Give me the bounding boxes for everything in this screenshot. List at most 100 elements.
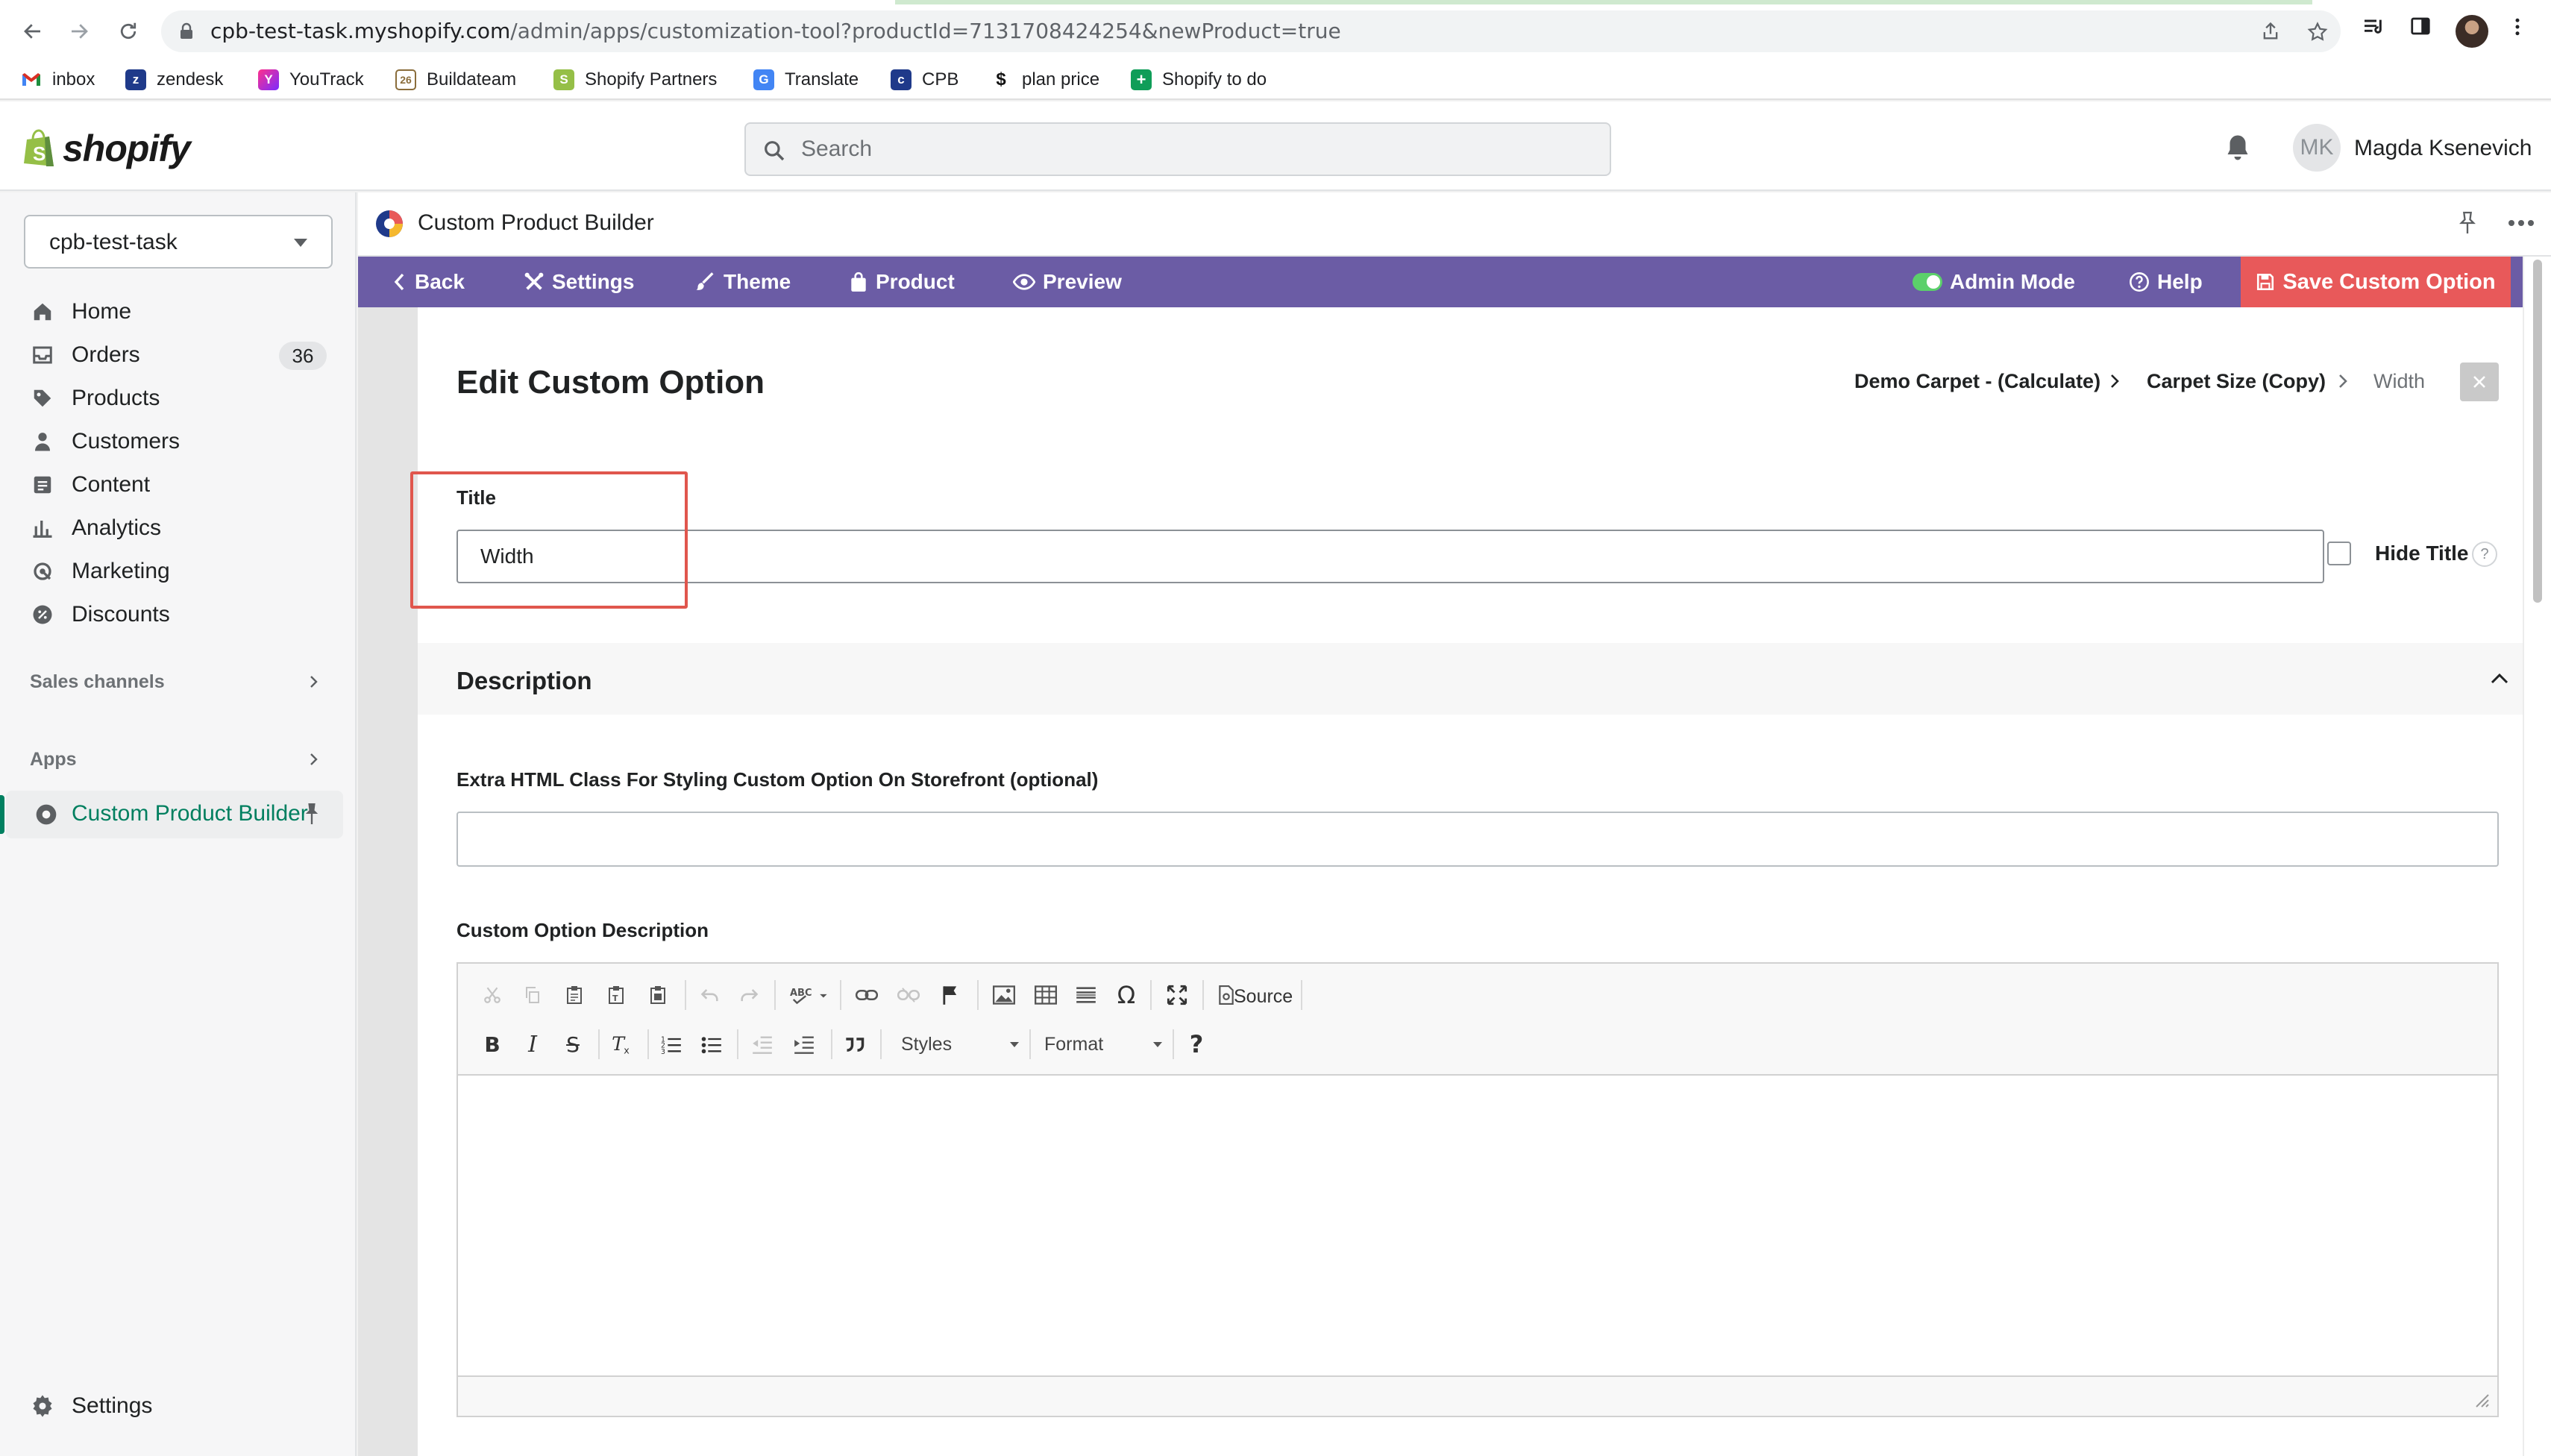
- more-actions-icon[interactable]: [2508, 219, 2535, 227]
- content-icon: [30, 472, 55, 498]
- cut-icon[interactable]: [477, 980, 507, 1010]
- copy-icon[interactable]: [518, 980, 547, 1010]
- bookmark-youtrack[interactable]: Y YouTrack: [258, 69, 364, 91]
- toolbar-separator: [647, 1029, 649, 1059]
- nav-customers[interactable]: Customers: [30, 427, 180, 456]
- save-custom-option-button[interactable]: Save Custom Option: [2241, 257, 2511, 307]
- bulleted-list-icon[interactable]: [697, 1029, 727, 1059]
- bookmark-buildateam[interactable]: 26 Buildateam: [395, 69, 516, 91]
- horizontal-line-icon[interactable]: [1071, 980, 1101, 1010]
- bookmark-shopify-to-do[interactable]: + Shopify to do: [1131, 69, 1267, 91]
- notification-bell-icon[interactable]: [2224, 133, 2251, 163]
- remove-format-icon[interactable]: Tx: [607, 1029, 637, 1059]
- star-icon[interactable]: [2306, 21, 2329, 43]
- bookmark-plan-price[interactable]: $ plan price: [991, 69, 1099, 91]
- title-input[interactable]: [456, 530, 2324, 583]
- bold-icon[interactable]: B: [477, 1029, 507, 1059]
- address-bar[interactable]: cpb-test-task.myshopify.com/admin/apps/c…: [161, 10, 2341, 52]
- user-name[interactable]: Magda Ksenevich: [2354, 136, 2532, 161]
- browser-back-button[interactable]: [15, 13, 51, 49]
- back-button[interactable]: Back: [392, 257, 465, 307]
- nav-discounts[interactable]: Discounts: [30, 600, 170, 630]
- theme-button[interactable]: Theme: [695, 257, 791, 307]
- browser-reload-button[interactable]: [110, 13, 146, 49]
- side-panel-icon[interactable]: [2409, 15, 2432, 37]
- share-icon[interactable]: [2260, 21, 2281, 42]
- undo-icon[interactable]: [695, 980, 725, 1010]
- chevron-right-icon[interactable]: [304, 749, 322, 770]
- store-selector[interactable]: cpb-test-task: [24, 215, 333, 269]
- pin-icon[interactable]: [2457, 210, 2478, 236]
- maximize-icon[interactable]: [1162, 980, 1192, 1010]
- resize-grip-icon[interactable]: [2473, 1392, 2490, 1408]
- help-icon[interactable]: ?: [1182, 1029, 1211, 1059]
- blockquote-icon[interactable]: [840, 1029, 870, 1059]
- editor-content-area[interactable]: [458, 1077, 2497, 1375]
- bookmark-shopify-partners[interactable]: S Shopify Partners: [553, 69, 717, 91]
- chevron-up-icon[interactable]: [2490, 671, 2509, 685]
- nav-home[interactable]: Home: [30, 297, 131, 327]
- apps-heading[interactable]: Apps: [30, 749, 77, 771]
- styles-dropdown[interactable]: Styles: [901, 1029, 1020, 1059]
- anchor-flag-icon[interactable]: [935, 980, 965, 1010]
- help-button[interactable]: Help: [2129, 257, 2203, 307]
- chevron-right-icon[interactable]: [304, 671, 322, 692]
- redo-icon[interactable]: [734, 980, 764, 1010]
- paste-icon[interactable]: [559, 980, 589, 1010]
- spellcheck-icon[interactable]: ABC: [786, 980, 832, 1010]
- image-icon[interactable]: [989, 980, 1019, 1010]
- media-control-icon[interactable]: [2362, 15, 2385, 39]
- browser-profile-avatar[interactable]: [2456, 15, 2488, 48]
- nav-marketing[interactable]: Marketing: [30, 556, 170, 586]
- nav-products[interactable]: Products: [30, 383, 160, 413]
- indent-icon[interactable]: [789, 1029, 819, 1059]
- bookmark-inbox[interactable]: inbox: [21, 69, 95, 91]
- format-dropdown[interactable]: Format: [1044, 1029, 1164, 1059]
- nav-settings[interactable]: Settings: [30, 1393, 152, 1419]
- sidebar-app-custom-product-builder[interactable]: Custom Product Builder: [0, 791, 343, 838]
- breadcrumb-product[interactable]: Demo Carpet - (Calculate): [1854, 370, 2100, 393]
- numbered-list-icon[interactable]: 123: [656, 1029, 686, 1059]
- pin-icon[interactable]: [301, 801, 322, 826]
- shopify-logo[interactable]: S shopify: [22, 127, 191, 170]
- nav-analytics[interactable]: Analytics: [30, 513, 161, 543]
- strikethrough-icon[interactable]: S: [558, 1029, 588, 1059]
- close-button[interactable]: [2460, 363, 2499, 401]
- italic-icon[interactable]: I: [518, 1029, 547, 1059]
- toolbar-separator: [685, 980, 686, 1010]
- outdent-icon[interactable]: [747, 1029, 777, 1059]
- user-avatar[interactable]: MK: [2293, 124, 2341, 172]
- nav-orders[interactable]: Orders: [30, 340, 140, 370]
- hide-title-label[interactable]: Hide Title: [2375, 542, 2469, 565]
- search-input[interactable]: [801, 134, 1592, 164]
- bookmark-zendesk[interactable]: z zendesk: [125, 69, 223, 91]
- browser-menu-icon[interactable]: [2506, 15, 2529, 39]
- unlink-icon[interactable]: [894, 980, 923, 1010]
- description-section-header[interactable]: Description: [418, 643, 2523, 715]
- paste-word-icon[interactable]: [643, 980, 673, 1010]
- app-logo-icon: [36, 804, 57, 825]
- special-character-icon[interactable]: Ω: [1111, 980, 1141, 1010]
- sales-channels-heading[interactable]: Sales channels: [30, 671, 165, 693]
- bookmark-cpb[interactable]: c CPB: [891, 69, 958, 91]
- source-button[interactable]: Source: [1234, 986, 1293, 1008]
- orders-icon: [30, 342, 55, 368]
- product-button[interactable]: Product: [849, 257, 955, 307]
- table-icon[interactable]: [1031, 980, 1061, 1010]
- nav-content[interactable]: Content: [30, 470, 150, 500]
- help-tooltip-icon[interactable]: ?: [2472, 542, 2497, 567]
- link-icon[interactable]: [852, 980, 882, 1010]
- browser-forward-button[interactable]: [61, 13, 97, 49]
- breadcrumb-group[interactable]: Carpet Size (Copy): [2147, 370, 2326, 393]
- settings-button[interactable]: Settings: [524, 257, 634, 307]
- toolbar-separator: [737, 1029, 738, 1059]
- paste-text-icon[interactable]: T: [601, 980, 631, 1010]
- preview-button[interactable]: Preview: [1013, 257, 1122, 307]
- active-indicator: [0, 795, 4, 834]
- bookmark-translate[interactable]: G Translate: [753, 69, 859, 91]
- hide-title-checkbox[interactable]: [2327, 542, 2351, 565]
- extra-class-input[interactable]: [456, 812, 2499, 867]
- admin-search[interactable]: [744, 122, 1611, 176]
- admin-mode-toggle[interactable]: Admin Mode: [1913, 257, 2075, 307]
- scrollbar-thumb[interactable]: [2533, 260, 2542, 603]
